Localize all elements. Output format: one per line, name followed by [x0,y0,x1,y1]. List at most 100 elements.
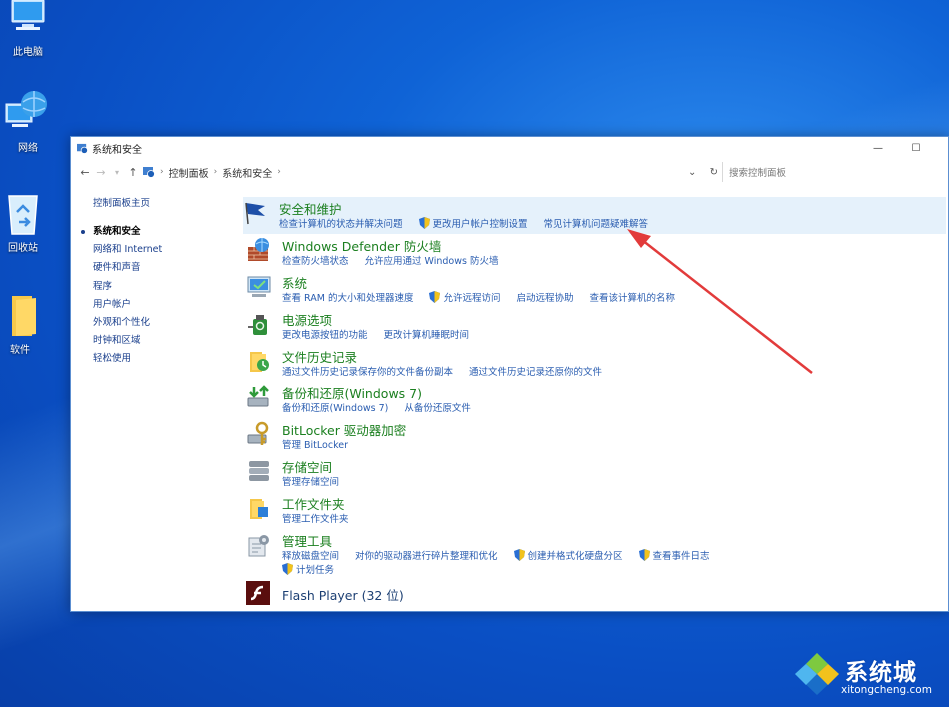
desktop-icon-network[interactable]: 网络 [0,90,56,154]
watermark-logo-icon [795,653,839,695]
remote-access-link[interactable]: 允许远程访问 [429,290,500,304]
forward-arrow-icon[interactable]: → [93,163,109,181]
check-status-link[interactable]: 检查计算机的状态并解决问题 [279,216,403,230]
desktop-background: 此电脑 网络 回收站 软件 系统和安全 — ☐ ← → ▾ ↑ › 控制面板 ›… [0,0,949,707]
restore-files-link[interactable]: 通过文件历史记录还原你的文件 [469,364,602,378]
nav-item-clock-region[interactable]: 时钟和区域 [93,332,233,350]
manage-bitlocker-link[interactable]: 管理 BitLocker [282,437,348,451]
up-arrow-icon[interactable]: ↑ [125,163,141,181]
troubleshoot-link[interactable]: 常见计算机问题疑难解答 [544,216,649,230]
breadcrumb-item[interactable]: 控制面板 [169,165,209,180]
remote-assistance-link[interactable]: 启动远程协助 [516,290,573,304]
shield-icon [429,290,441,303]
desktop-icon-label: 网络 [18,143,38,154]
watermark-brand: 系统城 [845,660,917,686]
category-title[interactable]: Flash Player (32 位) [282,585,404,604]
nav-item-programs[interactable]: 程序 [93,278,233,296]
breadcrumb-item[interactable]: 系统和安全 [222,165,272,180]
category-backup-restore: 备份和还原(Windows 7) 备份和还原(Windows 7) 从备份还原文… [246,381,946,418]
search-placeholder: 搜索控制面板 [729,168,787,179]
flag-icon [245,202,265,225]
chevron-right-icon: › [160,167,164,177]
search-input[interactable]: 搜索控制面板 [722,162,948,182]
address-bar: ← → ▾ ↑ › 控制面板 › 系统和安全 › ⌄ ↻ 搜索控制面板 [71,161,948,183]
control-panel-icon [77,143,88,154]
watermark-url: xitongcheng.com [841,684,932,696]
backup-restore-link[interactable]: 备份和还原(Windows 7) [282,400,388,414]
minimize-button[interactable]: — [860,137,896,160]
shield-icon [418,217,430,229]
category-admin-tools: 管理工具 释放磁盘空间 对你的驱动器进行碎片整理和优化 创建并格式化硬盘分区 查… [246,529,946,576]
desktop-icon-recycle-bin[interactable]: 回收站 [0,192,51,254]
category-flash-player: Flash Player (32 位) [246,577,946,614]
left-navigation: 控制面板主页 系统和安全 网络和 Internet 硬件和声音 程序 用户帐户 … [81,195,233,369]
folder-icon [12,296,36,336]
power-button-link[interactable]: 更改电源按钮的功能 [282,327,368,341]
shield-icon [513,549,525,562]
restore-from-backup-link[interactable]: 从备份还原文件 [404,400,471,414]
bitlocker-icon [247,422,269,446]
control-panel-small-icon [143,167,155,178]
sleep-time-link[interactable]: 更改计算机睡眠时间 [384,327,470,341]
recycle-bin-icon [8,195,38,235]
breadcrumb[interactable]: › 控制面板 › 系统和安全 › [143,162,688,182]
firewall-status-link[interactable]: 检查防火墙状态 [282,253,349,267]
desktop-icon-label: 软件 [10,345,30,356]
network-icon [5,91,47,127]
watermark: 系统城 xitongcheng.com [793,651,943,699]
shield-icon [638,549,650,562]
category-security-maintenance: 安全和维护 检查计算机的状态并解决问题 更改用户帐户控制设置 常见计算机问题疑难… [243,197,946,234]
category-firewall: Windows Defender 防火墙 检查防火墙状态 允许应用通过 Wind… [246,234,946,271]
ram-cpu-link[interactable]: 查看 RAM 的大小和处理器速度 [282,290,413,304]
category-list: 安全和维护 检查计算机的状态并解决问题 更改用户帐户控制设置 常见计算机问题疑难… [243,197,946,614]
nav-item-user-accounts[interactable]: 用户帐户 [93,296,233,314]
backup-icon [247,385,269,407]
nav-item-hardware-sound[interactable]: 硬件和声音 [93,259,233,277]
category-file-history: 文件历史记录 通过文件历史记录保存你的文件备份副本 通过文件历史记录还原你的文件 [246,345,946,382]
admin-tools-icon [248,535,269,557]
nav-item-ease-of-access[interactable]: 轻松使用 [93,350,233,368]
control-panel-window: 系统和安全 — ☐ ← → ▾ ↑ › 控制面板 › 系统和安全 › ⌄ ↻ 搜… [70,136,949,612]
link-text: 查看事件日志 [652,551,710,563]
scheduled-tasks-link[interactable]: 计划任务 [282,562,334,576]
refresh-icon[interactable]: ↻ [710,167,718,178]
work-folders-icon [250,499,268,520]
window-title: 系统和安全 [92,145,142,156]
desktop-icon-this-pc[interactable]: 此电脑 [0,0,56,58]
disk-cleanup-link[interactable]: 释放磁盘空间 [282,548,339,562]
title-bar[interactable]: 系统和安全 [71,137,948,160]
category-system: 系统 查看 RAM 的大小和处理器速度 允许远程访问 启动远程协助 查看该计算机… [246,271,946,308]
chevron-right-icon: › [277,167,281,177]
category-bitlocker: BitLocker 驱动器加密 管理 BitLocker [246,418,946,455]
create-partitions-link[interactable]: 创建并格式化硬盘分区 [513,548,623,563]
chevron-right-icon: › [213,167,218,177]
firewall-icon [248,237,269,261]
category-storage-spaces: 存储空间 管理存储空间 [246,455,946,492]
power-icon [248,314,267,335]
file-history-icon [250,351,269,372]
maximize-button[interactable]: ☐ [898,137,934,160]
computer-name-link[interactable]: 查看该计算机的名称 [589,290,675,304]
flash-icon [246,581,270,606]
manage-storage-link[interactable]: 管理存储空间 [282,474,339,488]
manage-work-folders-link[interactable]: 管理工作文件夹 [282,511,349,525]
back-arrow-icon[interactable]: ← [77,163,93,181]
nav-item-network[interactable]: 网络和 Internet [93,241,233,259]
desktop-icon-label: 回收站 [8,243,38,254]
nav-item-appearance[interactable]: 外观和个性化 [93,314,233,332]
link-text: 创建并格式化硬盘分区 [527,551,623,563]
event-log-link[interactable]: 查看事件日志 [638,548,710,563]
link-text: 计划任务 [296,565,335,577]
system-icon [247,276,271,297]
allow-app-link[interactable]: 允许应用通过 Windows 防火墙 [365,253,499,267]
nav-item-system-security[interactable]: 系统和安全 [81,223,233,241]
shield-icon [282,563,293,576]
recent-locations-icon[interactable]: ▾ [109,163,125,181]
defragment-link[interactable]: 对你的驱动器进行碎片整理和优化 [355,548,498,562]
uac-settings-link[interactable]: 更改用户帐户控制设置 [418,216,528,230]
storage-icon [249,461,269,482]
control-panel-home-link[interactable]: 控制面板主页 [93,195,233,209]
chevron-down-icon[interactable]: ⌄ [688,167,696,178]
backup-copy-link[interactable]: 通过文件历史记录保存你的文件备份副本 [282,364,453,378]
desktop-icon-software-folder[interactable]: 软件 [0,294,48,356]
